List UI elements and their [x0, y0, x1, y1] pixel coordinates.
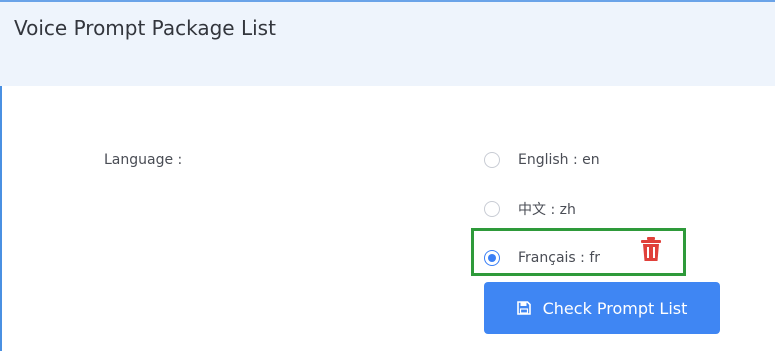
- language-label: Language :: [104, 152, 183, 168]
- check-button-label: Check Prompt List: [542, 298, 688, 318]
- panel-header: Voice Prompt Package List: [0, 0, 775, 86]
- option-label-french: Français : fr: [518, 250, 601, 266]
- radio-chinese[interactable]: [484, 201, 500, 217]
- check-prompt-list-button[interactable]: Check Prompt List: [484, 282, 720, 334]
- radio-english[interactable]: [484, 152, 500, 168]
- language-option-fr[interactable]: Français : fr: [484, 247, 600, 269]
- language-option-zh[interactable]: 中文 : zh: [484, 198, 576, 220]
- option-label-english: English : en: [518, 152, 600, 168]
- trash-icon[interactable]: [640, 236, 662, 262]
- language-option-en[interactable]: English : en: [484, 149, 600, 171]
- option-label-chinese: 中文 : zh: [518, 202, 576, 218]
- page-title: Voice Prompt Package List: [14, 16, 276, 40]
- radio-french[interactable]: [484, 250, 500, 266]
- save-icon: [516, 301, 531, 315]
